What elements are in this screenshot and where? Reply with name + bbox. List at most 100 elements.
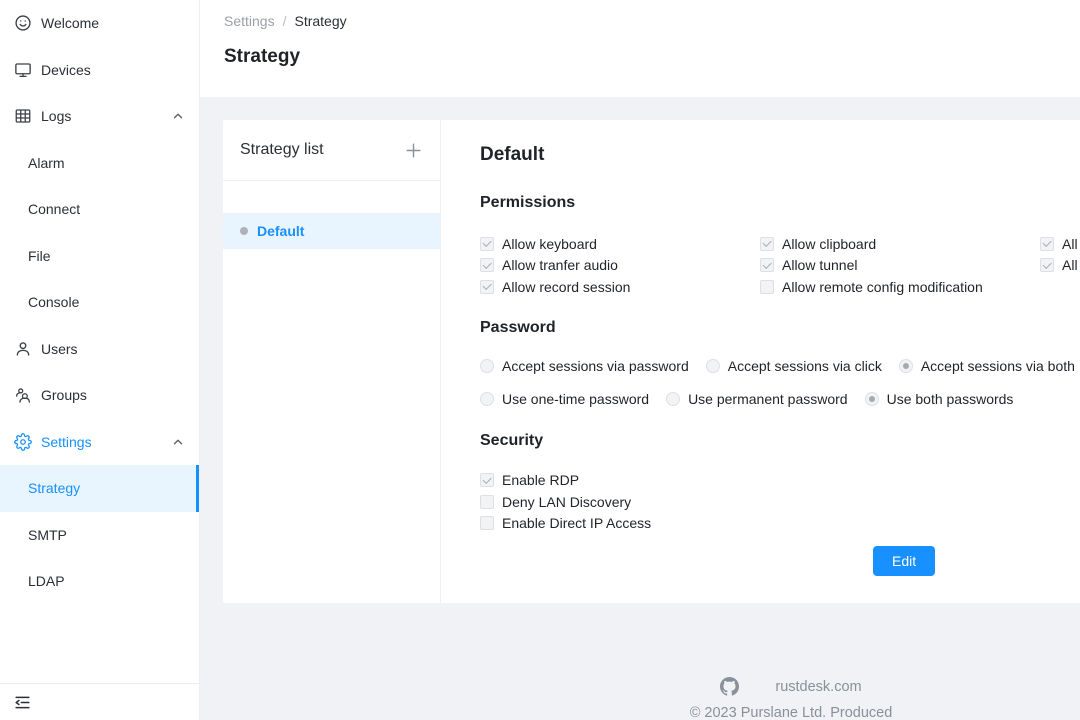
radio-use-permanent-password[interactable]: Use permanent password: [666, 388, 848, 410]
sidebar-item-label: Logs: [41, 108, 171, 124]
checkbox-icon: [480, 473, 494, 487]
add-strategy-button[interactable]: [404, 141, 423, 160]
strategy-list-header: Strategy list: [223, 120, 440, 181]
content-area: Strategy list Default: [200, 97, 1080, 720]
checkbox-icon: [760, 258, 774, 272]
sidebar-item-console[interactable]: Console: [0, 279, 199, 326]
radio-label: Use permanent password: [688, 391, 848, 407]
radio-label: Accept sessions via click: [728, 358, 882, 374]
sidebar-item-label: Devices: [41, 62, 185, 78]
checkbox-icon: [1040, 258, 1054, 272]
checkbox-icon: [760, 280, 774, 294]
permissions-column: Allow clipboard Allow tunnel Allow remot…: [760, 233, 1040, 298]
group-icon: [14, 386, 32, 404]
checkbox-allow-keyboard[interactable]: Allow keyboard: [480, 233, 760, 255]
radio-accept-sessions-via-both[interactable]: Accept sessions via both: [899, 356, 1075, 378]
checkbox-allow-transfer-audio[interactable]: Allow tranfer audio: [480, 255, 760, 277]
checkbox-allow-remote-config-modification[interactable]: Allow remote config modification: [760, 276, 1040, 298]
radio-icon: [666, 392, 680, 406]
chevron-up-icon[interactable]: [171, 435, 185, 449]
footer-links: rustdesk.com: [200, 677, 1080, 696]
strategy-list-panel: Strategy list Default: [223, 120, 441, 603]
checkbox-allow-clipboard[interactable]: Allow clipboard: [760, 233, 1040, 255]
radio-icon: [480, 392, 494, 406]
checkbox-label: Enable RDP: [502, 472, 579, 488]
checkbox-icon: [480, 237, 494, 251]
sidebar-item-label: File: [28, 248, 185, 264]
chevron-up-icon[interactable]: [171, 109, 185, 123]
checkbox-allow-record-session[interactable]: Allow record session: [480, 276, 760, 298]
footer-copyright: © 2023 Purslane Ltd. Produced: [200, 705, 1080, 720]
radio-accept-sessions-via-click[interactable]: Accept sessions via click: [706, 356, 882, 378]
page-title: Strategy: [224, 46, 1080, 68]
checkbox-label: Allow remote config modification: [782, 279, 983, 295]
sidebar-item-label: LDAP: [28, 573, 185, 589]
table-icon: [14, 107, 32, 125]
sidebar-item-ldap[interactable]: LDAP: [0, 558, 199, 605]
sidebar-item-groups[interactable]: Groups: [0, 372, 199, 419]
breadcrumb-separator: /: [283, 13, 287, 29]
checkbox-label: Allow record session: [502, 279, 630, 295]
checkbox-label: Allow clipboard: [782, 236, 876, 252]
page-header: Settings / Strategy Strategy: [200, 0, 1080, 97]
main-area: Settings / Strategy Strategy Strategy li…: [200, 0, 1080, 720]
checkbox-icon: [1040, 237, 1054, 251]
sidebar-item-welcome[interactable]: Welcome: [0, 0, 199, 47]
rustdesk-link[interactable]: rustdesk.com: [775, 679, 861, 695]
sidebar-item-logs[interactable]: Logs: [0, 93, 199, 140]
checkbox-label: Enable Direct IP Access: [502, 515, 651, 531]
radio-use-one-time-password[interactable]: Use one-time password: [480, 388, 649, 410]
radio-icon: [480, 359, 494, 373]
breadcrumb: Settings / Strategy: [224, 0, 1080, 29]
sidebar-item-settings[interactable]: Settings: [0, 419, 199, 466]
sidebar-item-connect[interactable]: Connect: [0, 186, 199, 233]
checkbox-allow-truncated-1[interactable]: All: [1040, 233, 1078, 255]
page-footer: rustdesk.com © 2023 Purslane Ltd. Produc…: [200, 603, 1080, 720]
smiley-icon: [14, 14, 32, 32]
breadcrumb-strategy: Strategy: [294, 13, 346, 29]
edit-button[interactable]: Edit: [873, 546, 935, 576]
sidebar-footer: [0, 683, 199, 720]
github-icon[interactable]: [720, 677, 739, 696]
sidebar-item-label: Users: [41, 341, 185, 357]
password-radio-row: Use one-time password Use permanent pass…: [480, 388, 1080, 410]
checkbox-enable-direct-ip-access[interactable]: Enable Direct IP Access: [480, 513, 1080, 535]
sidebar-item-label: Strategy: [28, 480, 185, 496]
strategy-list-body: Default: [223, 181, 440, 249]
sidebar-item-strategy[interactable]: Strategy: [0, 465, 199, 512]
strategy-list-item-default[interactable]: Default: [223, 213, 440, 249]
checkbox-allow-tunnel[interactable]: Allow tunnel: [760, 255, 1040, 277]
checkbox-enable-rdp[interactable]: Enable RDP: [480, 470, 1080, 492]
checkbox-label: Allow tunnel: [782, 257, 858, 273]
sidebar-item-label: Console: [28, 294, 185, 310]
monitor-icon: [14, 61, 32, 79]
checkbox-label: All: [1062, 236, 1078, 252]
checkbox-deny-lan-discovery[interactable]: Deny LAN Discovery: [480, 491, 1080, 513]
sidebar-item-smtp[interactable]: SMTP: [0, 512, 199, 559]
radio-use-both-passwords[interactable]: Use both passwords: [865, 388, 1014, 410]
checkbox-icon: [480, 280, 494, 294]
password-radio-row: Accept sessions via password Accept sess…: [480, 356, 1080, 378]
checkbox-icon: [760, 237, 774, 251]
sidebar-item-label: SMTP: [28, 527, 185, 543]
breadcrumb-settings[interactable]: Settings: [224, 13, 275, 29]
bullet-dot-icon: [240, 227, 248, 235]
sidebar-item-alarm[interactable]: Alarm: [0, 140, 199, 187]
checkbox-allow-truncated-2[interactable]: All: [1040, 255, 1078, 277]
checkbox-icon: [480, 516, 494, 530]
strategy-detail-title: Default: [480, 144, 1080, 166]
sidebar-item-label: Settings: [41, 434, 171, 450]
security-checkbox-list: Enable RDP Deny LAN Discovery Enable Dir…: [480, 470, 1080, 535]
collapse-sidebar-icon[interactable]: [13, 693, 32, 712]
radio-label: Use both passwords: [887, 391, 1014, 407]
sidebar: Welcome Devices Logs Alarm Connect: [0, 0, 200, 720]
strategy-card: Strategy list Default: [223, 120, 1080, 603]
radio-accept-sessions-via-password[interactable]: Accept sessions via password: [480, 356, 689, 378]
checkbox-icon: [480, 258, 494, 272]
sidebar-item-file[interactable]: File: [0, 233, 199, 280]
permissions-column: All All: [1040, 233, 1078, 298]
sidebar-item-devices[interactable]: Devices: [0, 47, 199, 94]
radio-icon: [865, 392, 879, 406]
sidebar-item-users[interactable]: Users: [0, 326, 199, 373]
radio-label: Accept sessions via both: [921, 358, 1075, 374]
